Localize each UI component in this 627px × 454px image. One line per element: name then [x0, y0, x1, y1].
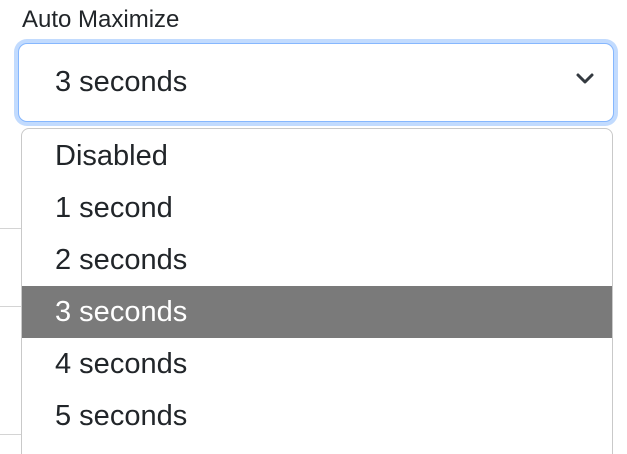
chevron-down-icon	[576, 73, 594, 84]
option-5-seconds[interactable]: 5 seconds	[22, 390, 612, 442]
option-4-seconds[interactable]: 4 seconds	[22, 338, 612, 390]
background-divider	[0, 434, 22, 435]
select-current-value: 3 seconds	[55, 66, 188, 98]
background-divider	[0, 228, 22, 229]
auto-maximize-label: Auto Maximize	[22, 6, 180, 33]
auto-maximize-select[interactable]: 3 seconds	[18, 43, 614, 122]
option-1-second[interactable]: 1 second	[22, 182, 612, 234]
settings-page: Auto Maximize 3 seconds Disabled 1 secon…	[0, 0, 627, 454]
option-3-seconds[interactable]: 3 seconds	[22, 286, 612, 338]
option-disabled[interactable]: Disabled	[22, 130, 612, 182]
option-2-seconds[interactable]: 2 seconds	[22, 234, 612, 286]
background-divider	[0, 306, 22, 307]
dropdown-options-list[interactable]: Disabled 1 second 2 seconds 3 seconds 4 …	[21, 128, 613, 454]
